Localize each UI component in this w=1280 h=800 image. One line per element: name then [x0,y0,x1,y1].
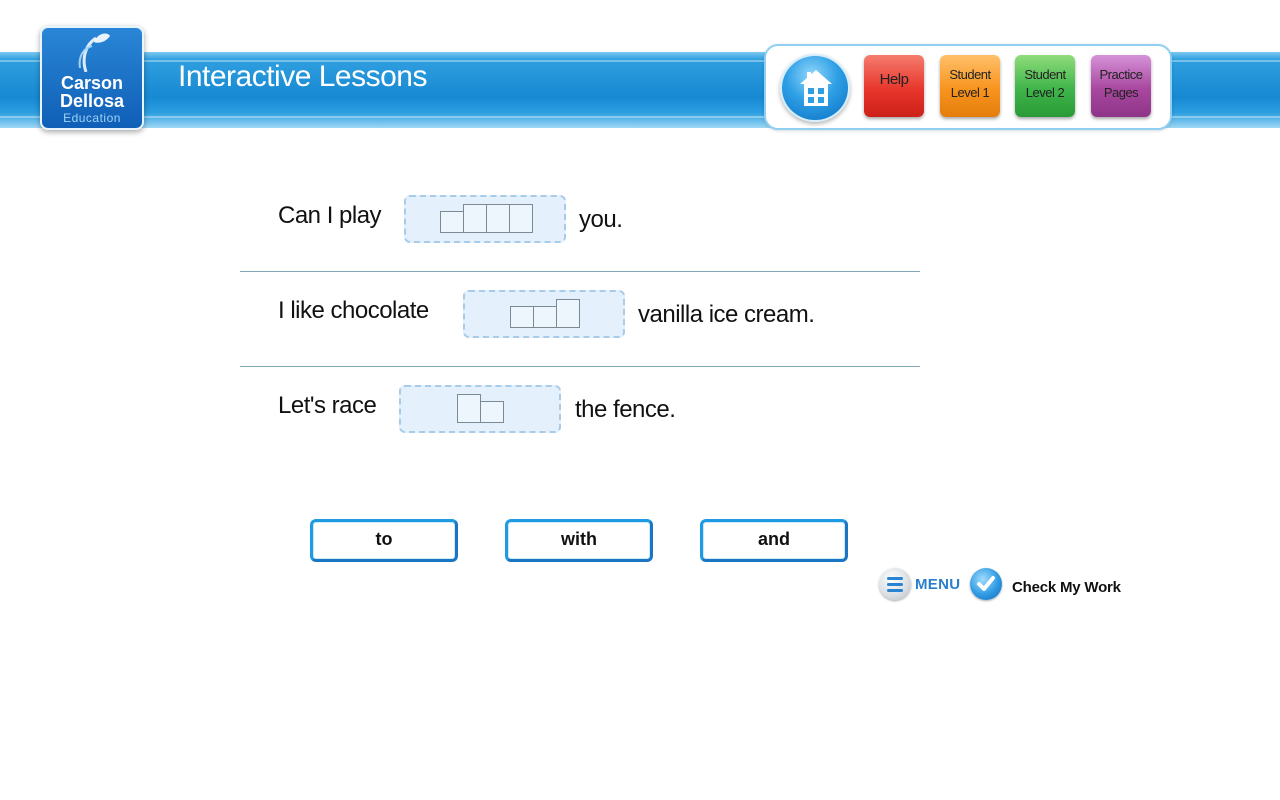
letter-box [509,204,533,233]
letter-box [510,306,534,328]
check-my-work-label: Check My Work [1012,579,1121,596]
word-tile-with[interactable]: with [505,519,653,562]
answer-dropzone[interactable] [463,290,625,338]
house-icon [800,70,832,106]
logo-line-3: Education [63,111,121,125]
word-tile-and[interactable]: and [700,519,848,562]
letter-box [463,204,487,233]
check-my-work-button[interactable]: Check My Work [970,568,1130,604]
divider [240,271,920,272]
sentence-row: I like chocolate vanilla ice cream. [240,290,920,392]
student-level-1-button[interactable]: Student Level 1 [940,55,1000,117]
sentence-row: Can I play you. [240,195,920,297]
word-tile-to[interactable]: to [310,519,458,562]
logo-line-1: Carson [60,73,123,93]
page-title: Interactive Lessons [178,60,427,93]
apple-leaf-icon [78,33,110,72]
sentence-row: Let's race the fence. [240,385,920,487]
sentence-text-before: I like chocolate [278,297,429,324]
divider [240,366,920,367]
home-button[interactable] [780,54,850,122]
letter-box [480,401,504,423]
help-button[interactable]: Help [864,55,924,117]
answer-dropzone[interactable] [404,195,566,243]
sentence-text-before: Can I play [278,202,382,229]
logo-line-2: Dellosa [59,91,125,111]
sentence-text-after: the fence. [575,396,676,423]
carson-dellosa-logo: Carson Dellosa Education [40,26,144,130]
student-level-2-button[interactable]: Student Level 2 [1015,55,1075,117]
menu-button[interactable]: MENU [879,568,961,602]
checkmark-icon [970,568,1002,600]
letter-box [440,211,464,233]
menu-icon [879,568,911,600]
letter-box [457,394,481,423]
answer-dropzone[interactable] [399,385,561,433]
sentence-text-before: Let's race [278,392,377,419]
practice-pages-button[interactable]: Practice Pages [1091,55,1151,117]
sentence-text-after: vanilla ice cream. [638,301,815,328]
menu-label: MENU [915,576,961,593]
letter-box [533,306,557,328]
letter-box [486,204,510,233]
sentence-text-after: you. [579,206,623,233]
letter-box [556,299,580,328]
